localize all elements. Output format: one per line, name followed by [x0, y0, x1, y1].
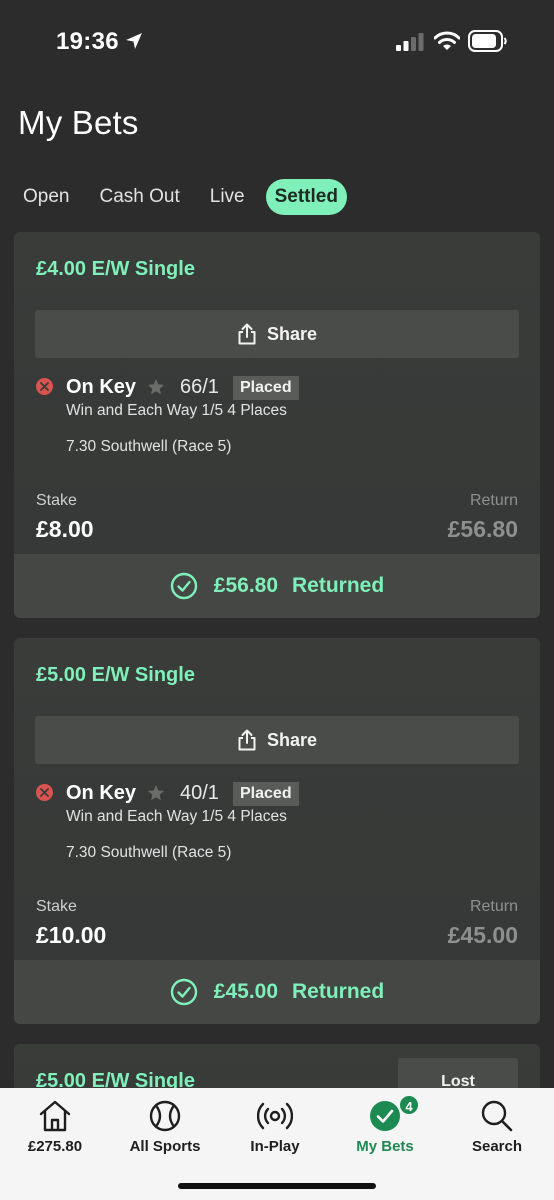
selection-name: On Key — [66, 782, 137, 804]
returned-bar: £56.80 Returned — [14, 554, 540, 618]
search-icon — [481, 1100, 513, 1132]
tab-cash-out[interactable]: Cash Out — [90, 179, 188, 215]
lost-selection-icon — [36, 784, 53, 801]
return-value: £56.80 — [447, 516, 518, 542]
nav-my-bets[interactable]: 4 My Bets — [330, 1094, 440, 1155]
my-bets-screen: 19:36 My Bets Open Cash Out Live Settled — [0, 0, 554, 1200]
returned-amount: £56.80 — [213, 574, 279, 597]
bet-title: £5.00 E/W Single — [36, 664, 195, 686]
bet-terms: Win and Each Way 1/5 4 Places — [66, 808, 287, 825]
nav-balance[interactable]: £275.80 — [0, 1098, 110, 1155]
bet-terms: Win and Each Way 1/5 4 Places — [66, 402, 287, 419]
return-label: Return — [469, 898, 518, 915]
bet-title: £4.00 E/W Single — [36, 258, 195, 280]
event-name: 7.30 Southwell (Race 5) — [66, 438, 232, 455]
returned-amount: £45.00 — [213, 980, 279, 1003]
share-icon — [238, 323, 256, 345]
home-indicator[interactable] — [178, 1183, 376, 1189]
share-label: Share — [266, 729, 318, 750]
close-icon — [40, 788, 49, 797]
returned-label: Returned — [292, 980, 385, 1003]
share-button[interactable]: Share — [35, 310, 519, 358]
tab-open[interactable]: Open — [14, 179, 78, 215]
nav-label: All Sports — [129, 1138, 201, 1155]
result-badge: Placed — [233, 376, 299, 400]
close-icon — [40, 382, 49, 391]
ball-icon — [149, 1100, 181, 1132]
selection-name: On Key — [66, 376, 137, 398]
status-bar: 19:36 — [0, 0, 554, 84]
nav-label: £275.80 — [27, 1138, 83, 1155]
share-button[interactable]: Share — [35, 716, 519, 764]
nav-label: My Bets — [356, 1138, 414, 1155]
nav-label: In-Play — [250, 1138, 300, 1155]
star-icon[interactable] — [147, 378, 165, 396]
bet-card: £4.00 E/W Single Share On Key 66/1 Place… — [14, 232, 540, 618]
check-circle-icon — [170, 572, 197, 600]
page-title: My Bets — [18, 104, 139, 141]
stake-label: Stake — [36, 898, 77, 915]
result-badge: Placed — [233, 782, 299, 806]
nav-all-sports[interactable]: All Sports — [110, 1098, 220, 1155]
tab-live[interactable]: Live — [201, 179, 254, 215]
my-bets-count-badge: 4 — [398, 1094, 420, 1116]
cellular-signal-icon — [396, 33, 424, 51]
odds: 40/1 — [180, 782, 219, 804]
star-icon[interactable] — [147, 784, 165, 802]
status-time: 19:36 — [56, 28, 119, 55]
nav-search[interactable]: Search — [442, 1098, 552, 1155]
share-label: Share — [266, 323, 318, 344]
bet-card: £5.00 E/W Single Share On Key 40/1 Place… — [14, 638, 540, 1024]
stake-value: £8.00 — [36, 516, 94, 542]
bet-filter-tabs: Open Cash Out Live Settled — [14, 178, 347, 216]
tab-settled[interactable]: Settled — [265, 179, 347, 215]
home-icon — [39, 1100, 71, 1132]
stake-label: Stake — [36, 492, 77, 509]
lost-selection-icon — [36, 378, 53, 395]
nav-in-play[interactable]: In-Play — [220, 1098, 330, 1155]
nav-label: Search — [471, 1138, 523, 1155]
odds: 66/1 — [180, 376, 219, 398]
broadcast-icon — [257, 1102, 293, 1130]
return-label: Return — [469, 492, 518, 509]
share-icon — [238, 729, 256, 751]
battery-icon — [468, 30, 507, 52]
check-circle-icon — [170, 978, 197, 1006]
stake-value: £10.00 — [36, 922, 107, 948]
returned-label: Returned — [292, 574, 385, 597]
wifi-icon — [434, 31, 460, 50]
return-value: £45.00 — [447, 922, 518, 948]
event-name: 7.30 Southwell (Race 5) — [66, 844, 232, 861]
returned-bar: £45.00 Returned — [14, 960, 540, 1024]
location-arrow-icon — [126, 33, 142, 49]
